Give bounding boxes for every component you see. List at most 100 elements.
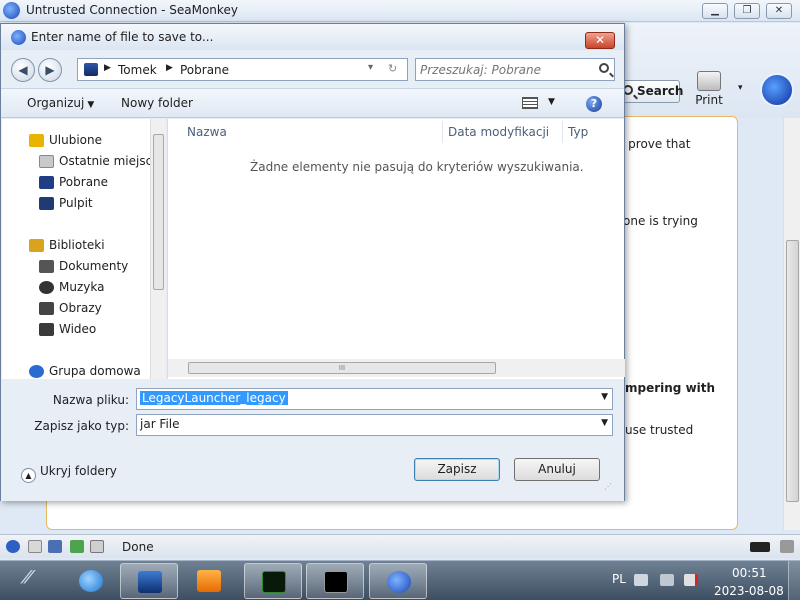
composer-icon[interactable]: [70, 540, 84, 553]
hide-folders-label: Ukryj foldery: [40, 464, 117, 478]
scrollbar-thumb[interactable]: [786, 240, 799, 502]
chevron-down-icon[interactable]: ▼: [601, 418, 608, 428]
search-input[interactable]: [418, 61, 596, 78]
nav-pane-scrollbar[interactable]: [150, 119, 165, 379]
column-header-date[interactable]: Data modyfikacji: [448, 125, 549, 139]
chevron-up-icon: ▲: [21, 468, 36, 483]
organize-button[interactable]: Organizuj ▼: [27, 96, 94, 110]
page-text: use trusted: [625, 423, 694, 437]
save-button[interactable]: Zapisz: [414, 458, 500, 481]
breadcrumb-arrow-icon[interactable]: ▶: [166, 63, 173, 73]
show-desktop-button[interactable]: [788, 561, 800, 600]
forward-button[interactable]: ▶: [38, 58, 62, 82]
page-text: mpering with: [625, 381, 716, 395]
breadcrumb-item-tomek[interactable]: Tomek: [118, 63, 157, 77]
start-button[interactable]: ⁄⁄: [14, 567, 42, 595]
column-separator[interactable]: [562, 121, 563, 143]
seamonkey-logo-icon: [3, 2, 20, 19]
filename-input-value[interactable]: LegacyLauncher_legacy: [140, 391, 288, 405]
breadcrumb-arrow-icon[interactable]: ▶: [104, 63, 111, 73]
organize-label: Organizuj: [27, 96, 85, 110]
taskbar-task-manager[interactable]: [244, 563, 302, 599]
online-status-icon[interactable]: [750, 542, 770, 552]
browser-titlebar: Untrusted Connection - SeaMonkey ▁ ❐ ✕: [0, 0, 800, 22]
taskbar-explorer[interactable]: [120, 563, 178, 599]
save-fields: Nazwa pliku: LegacyLauncher_legacy ▼ Zap…: [1, 379, 624, 501]
downloads-folder-icon: [39, 176, 54, 189]
action-center-icon[interactable]: [660, 574, 674, 586]
search-button[interactable]: Search: [618, 80, 684, 103]
print-button[interactable]: Print: [692, 71, 726, 113]
save-file-dialog: Enter name of file to save to... ✕ ◀ ▶ ▶…: [0, 23, 625, 501]
column-separator[interactable]: [442, 121, 443, 143]
homegroup-icon: [29, 365, 44, 378]
music-icon: [39, 281, 54, 294]
security-icon[interactable]: [6, 540, 20, 553]
task-manager-icon: [262, 571, 286, 593]
search-button-label: Search: [637, 84, 684, 98]
seamonkey-logo-icon: [11, 30, 26, 45]
address-bar[interactable]: ▶ Tomek ▶ Pobrane ▾ ↻: [77, 58, 408, 81]
chevron-down-icon: ▼: [87, 100, 95, 110]
addressbook-icon[interactable]: [90, 540, 104, 553]
taskbar: ⁄⁄ PL 00:51 2023-08-08: [0, 560, 800, 600]
resize-grip-icon[interactable]: ⋰: [604, 482, 612, 491]
volume-muted-icon[interactable]: [684, 574, 698, 586]
chevron-down-icon[interactable]: ▼: [548, 97, 555, 107]
taskbar-media-player[interactable]: [180, 563, 238, 599]
chat-icon[interactable]: [48, 540, 62, 553]
nav-item-label: Grupa domowa: [49, 364, 141, 378]
help-icon[interactable]: ?: [586, 96, 602, 112]
column-header-name[interactable]: Nazwa: [187, 125, 227, 139]
back-button[interactable]: ◀: [11, 58, 35, 82]
pictures-icon: [39, 302, 54, 315]
new-folder-button[interactable]: Nowy folder: [121, 96, 193, 110]
address-dropdown-icon[interactable]: ▾: [368, 62, 373, 73]
page-scrollbar[interactable]: [783, 118, 800, 530]
print-dropdown-icon[interactable]: ▾: [738, 83, 743, 93]
taskbar-seamonkey[interactable]: [369, 563, 427, 599]
horizontal-scrollbar[interactable]: III: [168, 359, 625, 377]
scrollbar-thumb[interactable]: [153, 134, 164, 290]
nav-item-label: Dokumenty: [59, 259, 129, 273]
nav-item-label: Wideo: [59, 322, 97, 336]
minimize-button[interactable]: ▁: [702, 3, 728, 19]
monitor-icon: [138, 571, 162, 593]
views-icon[interactable]: [522, 97, 538, 109]
navigation-pane: Ulubione Ostatnie miejsca Pobrane Pulpit…: [2, 119, 165, 379]
column-header-type[interactable]: Typ: [568, 125, 588, 139]
recent-places-icon: [39, 155, 54, 168]
taskbar-command-prompt[interactable]: [306, 563, 364, 599]
mail-icon[interactable]: [28, 540, 42, 553]
dialog-title: Enter name of file to save to...: [31, 30, 214, 44]
filetype-label: Zapisz jako typ:: [34, 419, 129, 433]
search-icon[interactable]: [599, 63, 609, 73]
refresh-icon[interactable]: ↻: [388, 62, 397, 75]
maximize-button[interactable]: ❐: [734, 3, 760, 19]
empty-list-message: Żadne elementy nie pasują do kryteriów w…: [250, 160, 584, 174]
downloads-folder-icon: [84, 63, 98, 76]
cancel-button[interactable]: Anuluj: [514, 458, 600, 481]
clock-date[interactable]: 2023-08-08: [714, 584, 784, 598]
search-field[interactable]: [415, 58, 615, 81]
filetype-select[interactable]: jar File ▼: [136, 414, 613, 436]
resize-grip-icon[interactable]: [780, 540, 794, 553]
breadcrumb-item-pobrane[interactable]: Pobrane: [180, 63, 229, 77]
dialog-titlebar: Enter name of file to save to... ✕: [1, 24, 624, 50]
dialog-close-button[interactable]: ✕: [585, 32, 615, 49]
seamonkey-logo-icon: [387, 571, 411, 593]
hide-folders-button[interactable]: ▲ Ukryj foldery: [21, 464, 117, 483]
language-indicator[interactable]: PL: [612, 572, 626, 586]
taskbar-internet-explorer[interactable]: [62, 563, 120, 599]
close-window-button[interactable]: ✕: [766, 3, 792, 19]
keyboard-icon[interactable]: [634, 574, 648, 586]
command-bar: Organizuj ▼ Nowy folder ▼ ?: [1, 88, 624, 118]
clock-time[interactable]: 00:51: [732, 566, 767, 580]
documents-icon: [39, 260, 54, 273]
scrollbar-thumb[interactable]: III: [188, 362, 496, 374]
filename-field[interactable]: LegacyLauncher_legacy ▼: [136, 388, 613, 410]
internet-explorer-icon: [79, 570, 103, 592]
window-title: Untrusted Connection - SeaMonkey: [26, 3, 238, 17]
chevron-down-icon[interactable]: ▼: [601, 392, 608, 402]
file-list: Nazwa Data modyfikacji Typ Żadne element…: [167, 119, 625, 379]
